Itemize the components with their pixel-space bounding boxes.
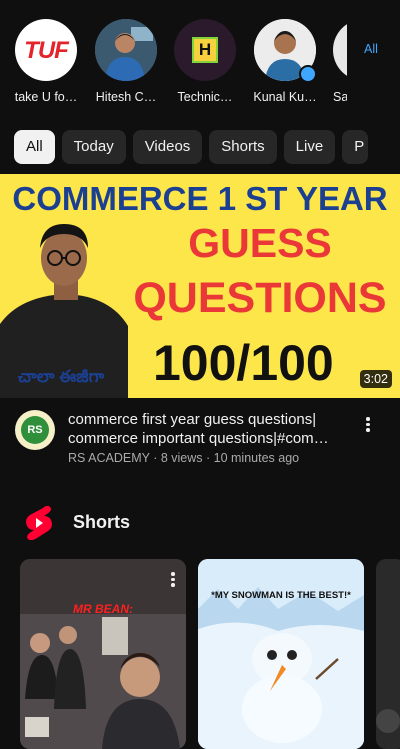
channel-avatar: H [174,19,236,81]
all-subscriptions-link[interactable]: All [364,42,378,56]
chip-all[interactable]: All [14,130,55,164]
short-caption: MR BEAN: [73,602,133,616]
video-metadata: RS ACADEMY · 8 views · 10 minutes ago [68,451,300,465]
video-title[interactable]: commerce first year guess questions| com… [68,410,350,448]
channel-technical[interactable]: H Technic… [173,19,237,104]
new-content-dot-icon [299,65,317,83]
video-title-line: commerce first year guess questions| [68,411,317,428]
channel-label: Technic… [177,90,233,104]
channel-avatar [95,19,157,81]
channel-kunal[interactable]: Kunal Ku… [253,19,317,104]
partial-thumbnail [376,709,400,733]
channel-label: Kunal Ku… [253,90,317,104]
thumbnail-guess-text: GUESS [188,220,332,266]
chip-videos[interactable]: Videos [132,130,203,164]
shorts-section-title: Shorts [73,512,131,532]
rs-academy-avatar[interactable]: RS [15,410,55,450]
chip-today[interactable]: Today [61,130,126,164]
rs-logo: RS [21,416,49,444]
video-thumbnail[interactable]: COMMERCE 1 ST YEAR GUESS QUESTIONS చాలా … [0,174,400,398]
chip-live[interactable]: Live [283,130,336,164]
h-logo: H [192,37,218,63]
video-title-line: commerce important questions|#com… [68,430,329,447]
channel-avatar: TUF [15,19,77,81]
filter-chips: All Today Videos Shorts Live P [14,130,375,164]
thumbnail-questions-text: QUESTIONS [133,274,387,322]
chip-shorts[interactable]: Shorts [209,130,277,164]
channel-label: take U fo… [14,90,78,104]
short-thumbnail-image [198,559,364,749]
thumbnail-score-text: 100/100 [153,335,334,391]
channel-partial[interactable]: Sa [333,19,347,104]
shorts-logo-icon [26,506,52,540]
short-caption: *MY SNOWMAN IS THE BEST!* [211,590,351,601]
short-card-partial[interactable] [376,559,400,749]
channel-label: Hitesh C… [95,90,157,104]
person-avatar-icon [95,19,157,81]
short-card-snowman[interactable]: *MY SNOWMAN IS THE BEST!* [198,559,364,749]
channel-avatar [333,19,347,81]
chip-partial[interactable]: P [342,130,369,164]
channel-takeuforward[interactable]: TUF take U fo… [14,19,78,104]
channel-label: Sa [333,90,347,104]
short-thumbnail-image [20,559,186,749]
thumbnail-telugu-text: చాలా ఈజీగా [18,367,105,386]
short-card-mr-bean[interactable]: MR BEAN: [20,559,186,749]
tuf-logo: TUF [24,37,69,64]
short-more-options-icon[interactable] [168,570,178,589]
channel-hitesh[interactable]: Hitesh C… [94,19,158,104]
video-duration-badge: 3:02 [359,370,392,388]
video-more-options-icon[interactable] [360,415,376,435]
thumbnail-headline: COMMERCE 1 ST YEAR [12,180,388,217]
